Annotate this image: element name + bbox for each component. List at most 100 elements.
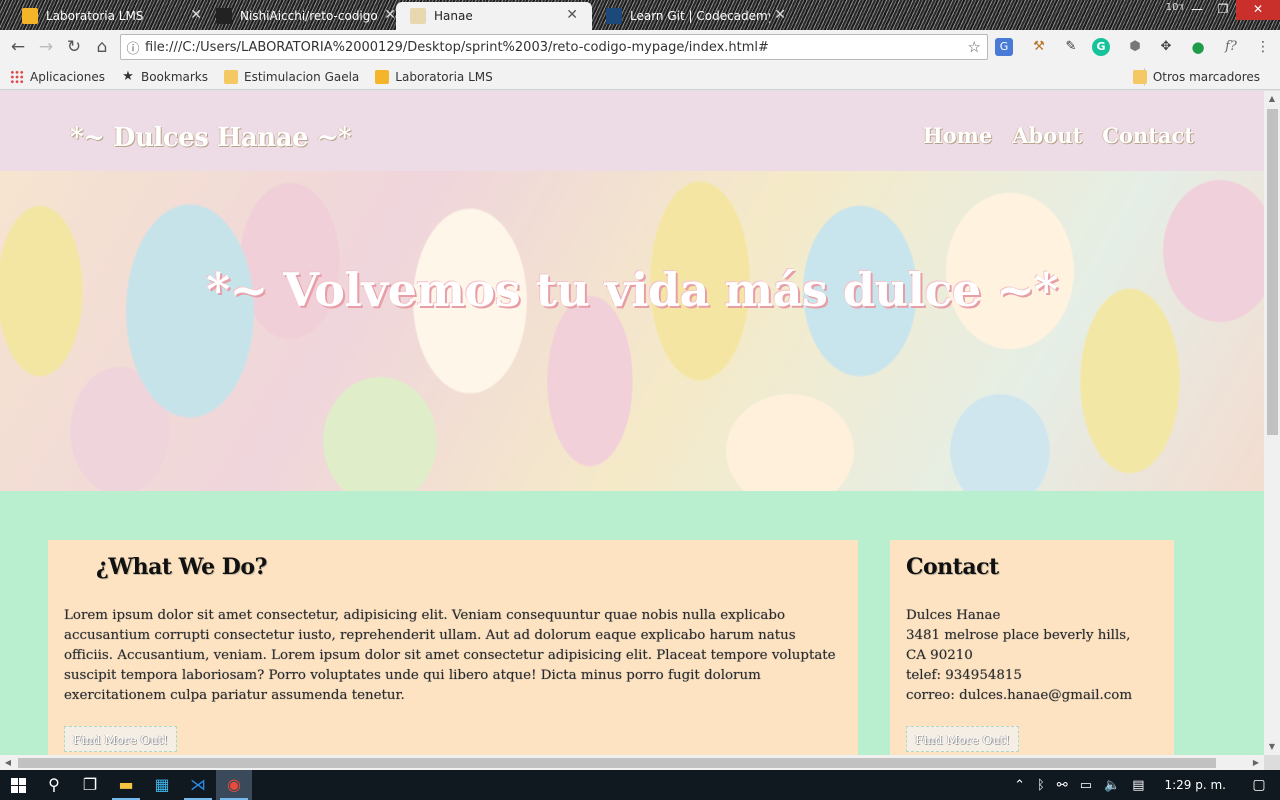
hero-banner: *~ Volvemos tu vida más dulce ~*: [0, 171, 1264, 491]
chrome-icon[interactable]: ◉: [216, 770, 252, 800]
bookmarks-bar: Aplicaciones ★ Bookmarks Estimulacion Ga…: [0, 64, 1280, 90]
close-window-icon[interactable]: ✕: [1236, 0, 1280, 20]
close-tab-icon[interactable]: ✕: [566, 7, 578, 23]
tab-title: Learn Git | Codecademy: [630, 9, 770, 23]
url-text[interactable]: file:///C:/Users/LABORATORIA%2000129/Des…: [145, 40, 955, 55]
window-user-label: ד10: [1165, 2, 1184, 13]
tab-laboratoria-lms[interactable]: Laboratoria LMS ✕: [8, 2, 216, 30]
bookmark-bookmarks[interactable]: ★ Bookmarks: [121, 68, 209, 84]
card-heading: ¿What We Do?: [96, 554, 267, 580]
forward-arrow-icon[interactable]: →: [32, 33, 60, 61]
task-view-icon[interactable]: ❐: [72, 770, 108, 800]
contact-name: Dulces Hanae: [906, 608, 1001, 623]
nav-home-link[interactable]: Home: [923, 123, 992, 148]
scroll-right-icon[interactable]: ▶: [1248, 755, 1264, 770]
site-nav: Home About Contact: [923, 123, 1194, 148]
scroll-left-icon[interactable]: ◀: [0, 755, 16, 770]
card-heading: Contact: [906, 554, 999, 580]
cube-extension-icon[interactable]: ⬢: [1124, 36, 1146, 58]
info-icon[interactable]: ⓘ: [121, 38, 145, 57]
taskbar: ⚲ ❐ ▬ ▦ ⋊ ◉ ⌃ ᛒ ⚯ ▭ 🔈 ▤ 1:29 p. m. ▢: [0, 770, 1280, 800]
card-body: Lorem ipsum dolor sit amet consectetur, …: [64, 608, 836, 703]
minimize-icon[interactable]: —: [1184, 0, 1210, 20]
contact-details: Dulces Hanae 3481 melrose place beverly …: [906, 606, 1166, 706]
hammer-extension-icon[interactable]: ⚒: [1028, 36, 1050, 58]
bookmark-star-icon[interactable]: ☆: [968, 38, 981, 56]
back-arrow-icon[interactable]: ←: [4, 33, 32, 61]
bookmark-other[interactable]: Otros marcadores: [1132, 69, 1260, 84]
close-tab-icon[interactable]: ✕: [774, 7, 786, 23]
scroll-down-icon[interactable]: ▼: [1264, 739, 1280, 755]
window-controls: — ❐ ✕: [1184, 0, 1280, 20]
maximize-icon[interactable]: ❐: [1210, 0, 1236, 20]
what-we-do-card: ¿What We Do? Lorem ipsum dolor sit amet …: [48, 540, 858, 755]
notification-icon[interactable]: ▢: [1244, 777, 1274, 793]
hero-title: *~ Volvemos tu vida más dulce ~*: [206, 263, 1058, 317]
clock[interactable]: 1:29 p. m.: [1164, 778, 1226, 792]
lms-icon: [375, 69, 390, 84]
tab-hanae[interactable]: Hanae ✕: [396, 2, 592, 30]
contact-email: correo: dulces.hanae@gmail.com: [906, 688, 1133, 703]
vertical-scrollbar[interactable]: ▲ ▼: [1264, 91, 1280, 755]
tab-title: Laboratoria LMS: [46, 9, 144, 23]
browser-toolbar: ← → ↻ ⌂ ⓘ file:///C:/Users/LABORATORIA%2…: [0, 30, 1280, 64]
contact-address: 3481 melrose place beverly hills,: [906, 628, 1131, 643]
leaf-extension-icon[interactable]: ●: [1187, 36, 1209, 58]
horizontal-scrollbar[interactable]: ◀ ▶: [0, 755, 1264, 770]
file-explorer-icon[interactable]: ▬: [108, 770, 144, 800]
tab-title: Hanae: [434, 9, 473, 23]
nav-contact-link[interactable]: Contact: [1102, 123, 1194, 148]
translate-extension-icon[interactable]: G: [995, 38, 1013, 56]
tab-title: NishiAicchi/reto-codigo: [240, 9, 378, 23]
move-extension-icon[interactable]: ✥: [1155, 36, 1177, 58]
browser-menu-icon[interactable]: ⋮: [1252, 36, 1274, 58]
bluetooth-icon[interactable]: ᛒ: [1037, 778, 1045, 793]
bookmark-laboratoria-lms[interactable]: Laboratoria LMS: [375, 69, 493, 84]
close-tab-icon[interactable]: ✕: [190, 7, 202, 23]
bookmark-label: Bookmarks: [140, 69, 209, 84]
bookmark-estimulacion-gaela[interactable]: Estimulacion Gaela: [224, 69, 360, 84]
network-icon[interactable]: ⚯: [1057, 778, 1068, 793]
nav-about-link[interactable]: About: [1012, 123, 1082, 148]
scrollbar-corner: [1264, 755, 1280, 770]
folder-icon: [1132, 69, 1147, 84]
address-bar[interactable]: ⓘ file:///C:/Users/LABORATORIA%2000129/D…: [120, 34, 988, 60]
scroll-thumb[interactable]: [18, 758, 1216, 768]
find-more-button[interactable]: Find More Out!: [906, 726, 1019, 752]
vscode-icon[interactable]: ⋊: [180, 770, 216, 800]
scroll-thumb[interactable]: [1267, 109, 1278, 435]
windows-start-icon[interactable]: [0, 770, 36, 800]
codecademy-icon: [606, 8, 622, 24]
home-icon[interactable]: ⌂: [88, 33, 116, 61]
tab-codecademy[interactable]: Learn Git | Codecademy ✕: [592, 2, 800, 30]
find-more-button[interactable]: Find More Out!: [64, 726, 177, 752]
tab-github[interactable]: NishiAicchi/reto-codigo ✕: [202, 2, 410, 30]
power-icon[interactable]: ▭: [1080, 778, 1092, 793]
folder-icon: [224, 69, 239, 84]
contact-card: Contact Dulces Hanae 3481 melrose place …: [890, 540, 1174, 755]
site-logo[interactable]: *~ Dulces Hanae ~*: [70, 123, 351, 153]
star-icon: ★: [122, 68, 134, 84]
bookmark-label: Estimulacion Gaela: [244, 69, 360, 84]
scroll-up-icon[interactable]: ▲: [1264, 91, 1280, 107]
lms-icon: [22, 8, 38, 24]
fx-extension-icon[interactable]: f?: [1220, 36, 1242, 58]
keyboard-icon[interactable]: ▤: [1132, 778, 1144, 793]
close-tab-icon[interactable]: ✕: [384, 7, 396, 23]
bookmark-apps[interactable]: Aplicaciones: [10, 69, 105, 84]
search-icon[interactable]: ⚲: [36, 770, 72, 800]
volume-icon[interactable]: 🔈: [1104, 778, 1120, 793]
tab-strip: Laboratoria LMS ✕ NishiAicchi/reto-codig…: [0, 0, 1280, 30]
page-viewport: *~ Dulces Hanae ~* Home About Contact *~…: [0, 91, 1264, 755]
bookmark-label: Laboratoria LMS: [395, 69, 493, 84]
site-header: *~ Dulces Hanae ~* Home About Contact: [0, 91, 1264, 171]
system-tray: ⌃ ᛒ ⚯ ▭ 🔈 ▤ 1:29 p. m. ▢: [1008, 770, 1280, 800]
grammarly-extension-icon[interactable]: G: [1092, 38, 1110, 56]
reload-icon[interactable]: ↻: [60, 33, 88, 61]
pen-extension-icon[interactable]: ✎: [1060, 36, 1082, 58]
apps-grid-icon: [10, 69, 24, 84]
bookmark-label: Otros marcadores: [1152, 69, 1260, 84]
bookmark-label: Aplicaciones: [30, 69, 105, 84]
calculator-icon[interactable]: ▦: [144, 770, 180, 800]
chevron-up-icon[interactable]: ⌃: [1014, 778, 1025, 793]
